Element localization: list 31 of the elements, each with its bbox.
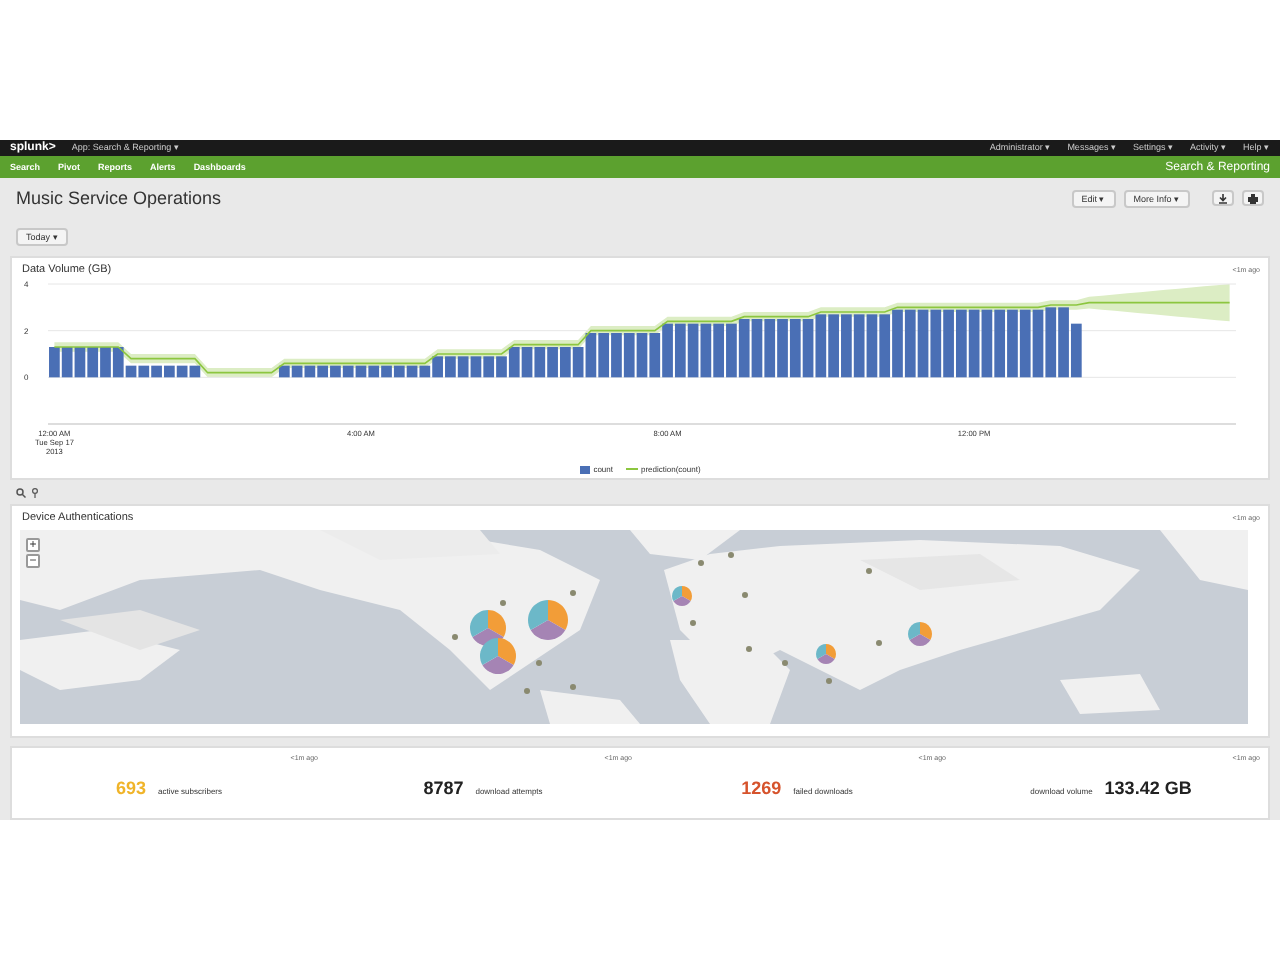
legend-swatch xyxy=(579,465,590,474)
pin-icon[interactable] xyxy=(32,487,38,498)
location-dot[interactable] xyxy=(535,659,541,666)
search-icon[interactable] xyxy=(16,487,26,498)
pie-marker[interactable] xyxy=(816,644,836,665)
location-dot[interactable] xyxy=(741,591,747,598)
location-dot[interactable] xyxy=(727,551,733,558)
pie-marker[interactable] xyxy=(672,586,692,607)
location-dot[interactable] xyxy=(451,633,457,640)
location-dot[interactable] xyxy=(569,589,575,596)
stat-value: 133.42 GB xyxy=(1104,778,1192,799)
stat-value: 1269 xyxy=(741,778,782,799)
location-dot[interactable] xyxy=(697,559,703,566)
stat-value: 8787 xyxy=(423,778,464,799)
download-icon[interactable] xyxy=(1212,190,1234,207)
location-dot[interactable] xyxy=(745,645,751,652)
location-dot[interactable] xyxy=(499,599,505,606)
dashboard-title: Music Service Operations xyxy=(16,188,224,209)
print-icon[interactable] xyxy=(1242,190,1264,207)
location-dot[interactable] xyxy=(865,567,871,574)
location-dot[interactable] xyxy=(689,619,695,626)
stat-value: 693 xyxy=(115,778,146,799)
location-dot[interactable] xyxy=(569,683,575,690)
pie-marker[interactable] xyxy=(528,600,568,641)
pie-marker[interactable] xyxy=(908,622,932,647)
location-dot[interactable] xyxy=(825,677,831,684)
location-dot[interactable] xyxy=(875,639,881,646)
pie-marker[interactable] xyxy=(480,638,516,675)
location-dot[interactable] xyxy=(523,687,529,694)
pie-marker[interactable] xyxy=(470,610,506,647)
location-dot[interactable] xyxy=(781,659,787,666)
